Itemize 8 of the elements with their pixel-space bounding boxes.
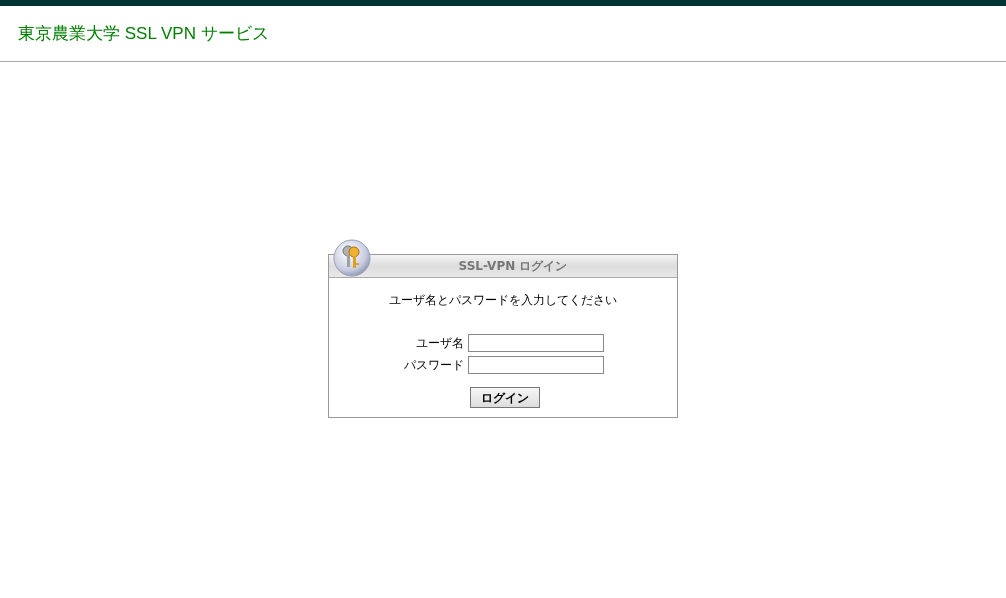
instruction-text: ユーザ名とパスワードを入力してください <box>389 292 617 309</box>
input-field[interactable] <box>468 334 604 352</box>
field-label: パスワード <box>403 357 465 374</box>
field-label: ユーザ名 <box>415 335 465 352</box>
site-title: 東京農業大学 SSL VPN サービス <box>18 22 269 45</box>
panel-title: SSL-VPN ログイン <box>458 258 568 275</box>
input-field[interactable] <box>468 356 604 374</box>
login-button[interactable]: ログイン <box>470 387 540 408</box>
